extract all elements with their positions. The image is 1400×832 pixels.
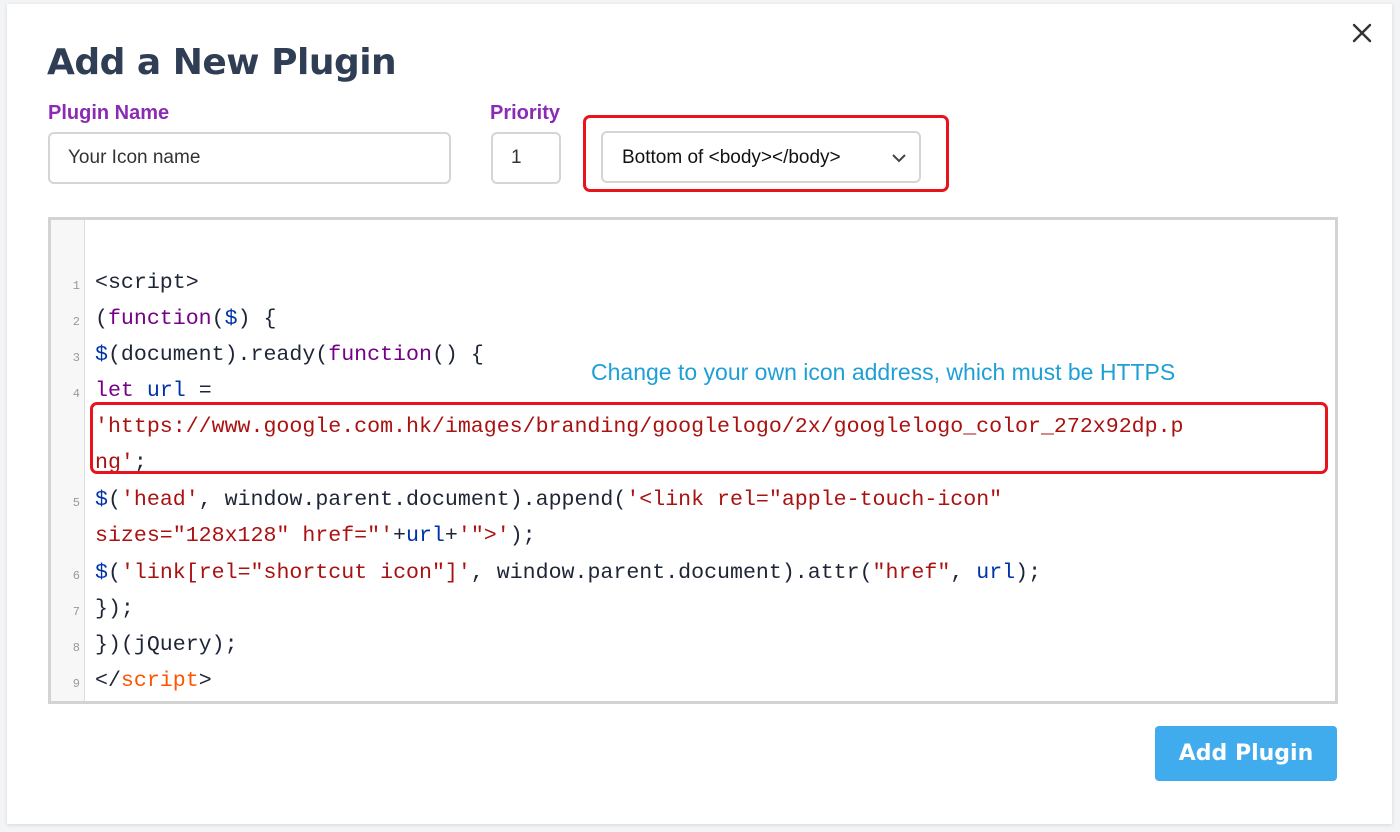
priority-input[interactable] [491,132,561,184]
code-line-1: <script> [95,265,199,301]
annotation-note: Change to your own icon address, which m… [591,359,1176,385]
code-string: '">' [457,524,510,548]
line-number: 6 [72,569,80,583]
line-number: 2 [72,315,80,329]
code-text: (document).ready( [107,343,329,367]
code-text: <script> [95,271,199,295]
add-plugin-modal: Add a New Plugin Plugin Name Priority Bo… [7,4,1392,824]
code-line-7: }); [95,591,134,627]
line-number: 3 [72,351,80,365]
code-line-2: (function($) { [95,301,276,337]
code-string: 'head' [120,488,199,512]
priority-label: Priority [490,102,561,124]
code-text: + [393,524,407,548]
plugin-name-input[interactable] [48,132,451,184]
code-text: , window.parent.document).append( [198,488,627,512]
code-text: ); [509,524,536,548]
code-text: })(jQuery); [95,633,238,657]
code-variable: $ [95,488,108,512]
code-text: }); [95,597,134,621]
code-string: 'link[rel="shortcut icon"]' [120,561,471,585]
code-text: = [185,379,212,403]
code-line-3: $(document).ready(function() { [95,337,484,373]
url-highlight-box [90,402,1328,474]
line-number: 5 [72,496,80,510]
line-number: 1 [72,279,80,293]
code-text: ) { [237,307,277,331]
code-line-5: $('head', window.parent.document).append… [95,482,1002,518]
code-text: + [444,524,458,548]
code-string: "href" [872,561,951,585]
modal-title: Add a New Plugin [47,42,397,83]
chevron-down-icon [892,154,906,163]
code-text: , window.parent.document).attr( [470,561,873,585]
code-string: sizes="128x128" href="' [95,524,394,548]
code-text: </ [95,669,121,693]
code-variable: url [976,561,1016,585]
code-keyword: let [95,379,134,403]
line-number: 7 [72,605,80,619]
code-variable: $ [95,561,108,585]
position-select[interactable]: Bottom of <body></body> [601,131,921,183]
code-text: ); [1015,561,1042,585]
code-variable: url [146,379,186,403]
position-select-value: Bottom of <body></body> [622,147,841,168]
code-string: '<link rel="apple-touch-icon" [626,488,1003,512]
code-line-5-wrap: sizes="128x128" href="'+url+'">'); [95,518,536,554]
line-number: 9 [72,677,80,691]
code-keyword: function [107,307,212,331]
code-text: , [950,561,977,585]
code-line-9: </script> [95,663,212,699]
code-text: ( [107,561,121,585]
code-variable: $ [224,307,238,331]
line-number: 8 [72,641,80,655]
code-text: () { [431,343,484,367]
code-text: ( [107,488,121,512]
code-variable: url [406,524,445,548]
code-keyword: function [328,343,432,367]
add-plugin-button[interactable]: Add Plugin [1155,726,1337,781]
code-tag: script [120,669,199,693]
code-text: ( [211,307,225,331]
code-text: ( [95,307,108,331]
code-text: > [198,669,212,693]
code-variable: $ [95,343,108,367]
close-icon[interactable] [1347,18,1377,48]
line-number: 4 [72,387,80,401]
code-line-8: })(jQuery); [95,627,238,663]
editor-gutter: 1 2 3 4 5 6 7 8 9 [51,220,85,701]
plugin-name-label: Plugin Name [48,102,170,124]
code-line-6: $('link[rel="shortcut icon"]', window.pa… [95,555,1041,591]
